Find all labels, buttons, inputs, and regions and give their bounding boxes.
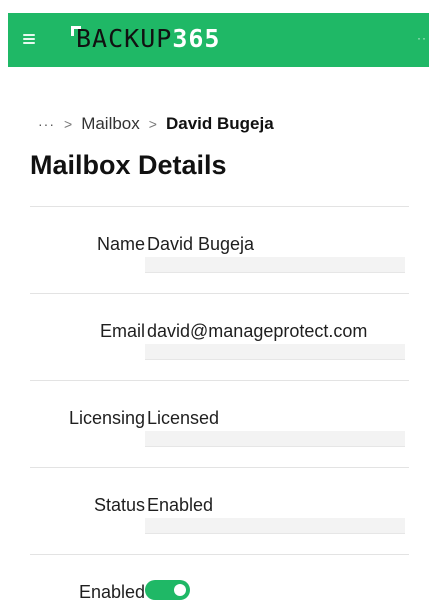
field-label: Licensing bbox=[68, 408, 145, 428]
page-title: Mailbox Details bbox=[30, 150, 227, 180]
name-field[interactable]: David Bugeja bbox=[145, 229, 405, 273]
status-field[interactable]: Enabled bbox=[145, 490, 405, 534]
more-dots-icon[interactable]: ·· bbox=[417, 31, 427, 45]
hamburger-menu-icon[interactable] bbox=[23, 34, 35, 44]
field-value: Enabled bbox=[147, 495, 214, 515]
field-label: Name bbox=[96, 234, 145, 254]
backup365-logo[interactable]: BACKUP 365 bbox=[71, 24, 221, 53]
breadcrumb-item-mailbox[interactable]: Mailbox bbox=[81, 114, 140, 134]
top-app-bar: BACKUP 365 ·· bbox=[8, 13, 429, 67]
detail-row-enabled: Enabled bbox=[30, 554, 409, 614]
logo-number: 365 bbox=[172, 24, 221, 53]
breadcrumb: ··· > Mailbox > David Bugeja bbox=[38, 114, 274, 134]
chevron-right-icon: > bbox=[64, 116, 73, 132]
enabled-toggle[interactable] bbox=[145, 580, 190, 600]
field-label: Email bbox=[99, 321, 145, 341]
detail-row-name: Name David Bugeja bbox=[30, 206, 409, 293]
field-label: Enabled bbox=[78, 582, 145, 602]
detail-row-email: Email david@manageprotect.com bbox=[30, 293, 409, 380]
licensing-field[interactable]: Licensed bbox=[145, 403, 405, 447]
logo-word: BACKUP bbox=[76, 24, 173, 53]
email-field[interactable]: david@manageprotect.com bbox=[145, 316, 405, 360]
chevron-right-icon: > bbox=[148, 116, 157, 132]
breadcrumb-overflow-button[interactable]: ··· bbox=[38, 116, 55, 132]
details-form: Name David Bugeja Email david@manageprot… bbox=[30, 206, 409, 614]
breadcrumb-item-current: David Bugeja bbox=[165, 114, 274, 133]
toggle-knob bbox=[174, 584, 186, 596]
logo-corner-mark bbox=[71, 26, 81, 36]
field-value: Licensed bbox=[147, 408, 220, 428]
field-label: Status bbox=[93, 495, 145, 515]
field-value: David Bugeja bbox=[147, 234, 255, 254]
field-value: david@manageprotect.com bbox=[147, 321, 368, 341]
detail-row-licensing: Licensing Licensed bbox=[30, 380, 409, 467]
detail-row-status: Status Enabled bbox=[30, 467, 409, 554]
